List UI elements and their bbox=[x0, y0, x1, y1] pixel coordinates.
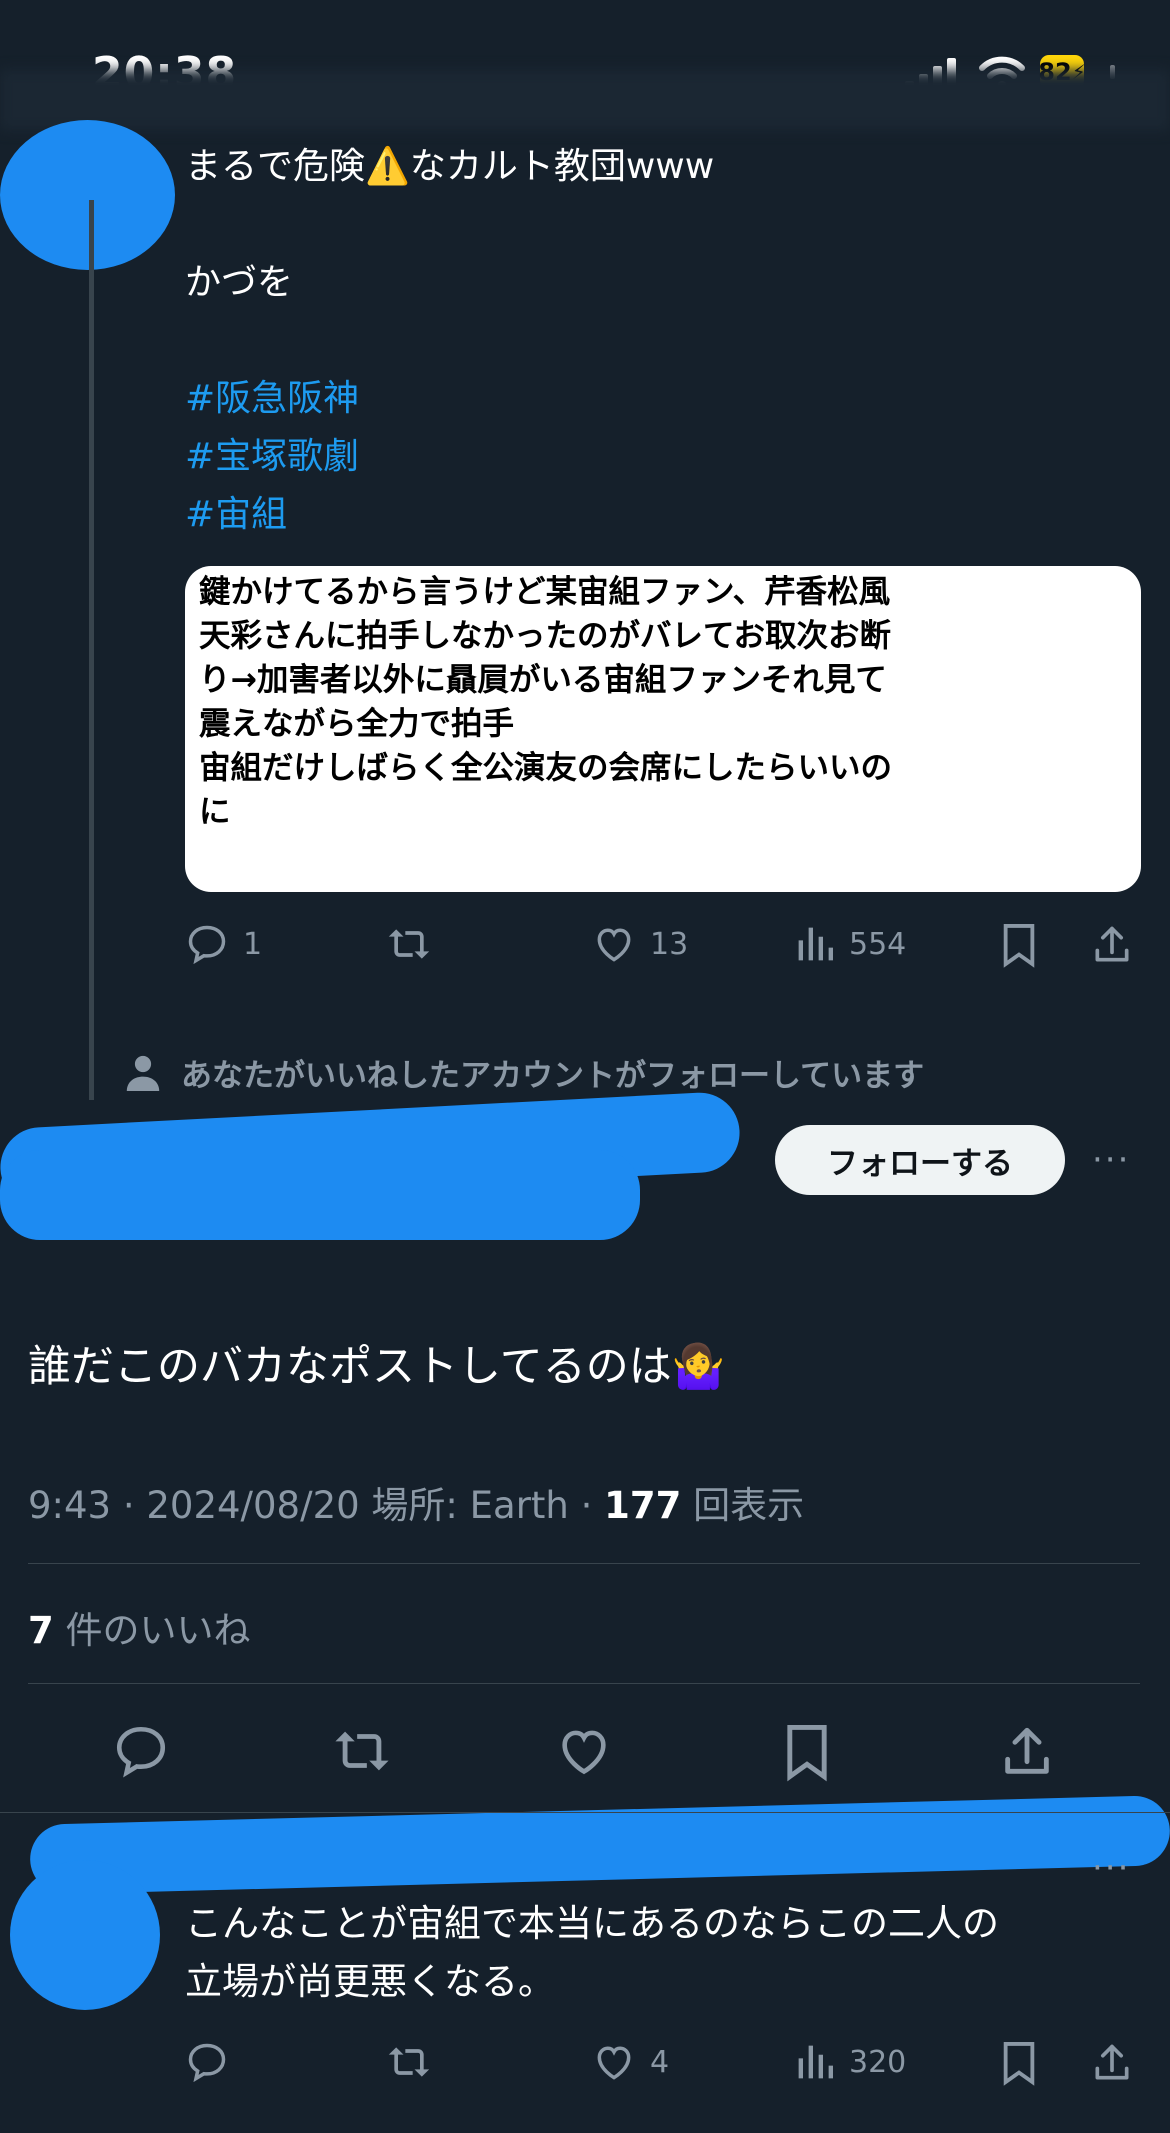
image-text-line: り→加害者以外に贔屓がいる宙組ファンそれ見て bbox=[199, 662, 887, 698]
reply-button[interactable] bbox=[185, 2040, 243, 2084]
repost-icon[interactable] bbox=[330, 1722, 394, 1780]
quoted-text-line1: まるで危険⚠️なカルト教団www bbox=[185, 146, 715, 187]
image-text-line: 天彩さんに拍手しなかったのがバレてお取次お断 bbox=[199, 618, 892, 654]
repost-icon bbox=[388, 929, 430, 959]
reply-icon[interactable] bbox=[112, 1722, 170, 1780]
likes-label: 件のいいね bbox=[65, 1609, 251, 1652]
image-text-line: に bbox=[199, 794, 231, 830]
share-icon[interactable] bbox=[1090, 2040, 1134, 2086]
image-text-line: 鍵かけてるから言うけど某宙組ファン、芹香松風 bbox=[199, 574, 891, 610]
image-text-line: 宙組だけしばらく全公演友の会席にしたらいいの bbox=[199, 750, 893, 786]
views-button[interactable]: 320 bbox=[795, 2040, 906, 2084]
views-icon bbox=[798, 2045, 833, 2079]
follow-button[interactable]: フォローする bbox=[775, 1125, 1065, 1195]
post-text: 誰だこのバカなポストしてるのは🤷‍♀️ bbox=[28, 1342, 726, 1392]
like-count: 4 bbox=[650, 2044, 670, 2080]
post-date[interactable]: 2024/08/20 bbox=[146, 1484, 359, 1527]
social-context: あなたがいいねしたアカウントがフォローしています bbox=[125, 1050, 924, 1095]
repost-button[interactable] bbox=[385, 2040, 447, 2084]
views-icon bbox=[798, 927, 833, 961]
like-icon[interactable] bbox=[555, 1722, 613, 1780]
divider bbox=[0, 1812, 1170, 1813]
more-icon[interactable]: ··· bbox=[1092, 1848, 1130, 1888]
person-icon bbox=[126, 1055, 160, 1091]
thread-line bbox=[89, 200, 94, 1100]
redacted-avatar bbox=[0, 120, 175, 270]
views-count: 320 bbox=[849, 2044, 907, 2080]
redacted-reply-avatar bbox=[10, 1860, 160, 2010]
social-context-text: あなたがいいねしたアカウントがフォローしています bbox=[181, 1058, 925, 1094]
more-icon[interactable]: ··· bbox=[1092, 1140, 1130, 1180]
likes-summary[interactable]: 7 件のいいね bbox=[28, 1600, 251, 1654]
share-icon[interactable] bbox=[998, 1722, 1056, 1782]
blurred-header bbox=[0, 70, 1170, 130]
post-meta: 9:43 · 2024/08/20 場所: Earth · 177 回表示 bbox=[28, 1484, 805, 1527]
reply-text-line: こんなことが宙組で本当にあるのならこの二人の bbox=[185, 1902, 999, 1945]
reply-text-line: 立場が尚更悪くなる。 bbox=[185, 1960, 555, 2003]
like-icon bbox=[597, 2046, 631, 2080]
like-button[interactable]: 13 bbox=[592, 922, 688, 966]
image-text-line: 震えながら全力で拍手 bbox=[199, 706, 515, 742]
repost-button[interactable] bbox=[385, 922, 447, 966]
views-count: 177 bbox=[604, 1484, 682, 1527]
views-label: 回表示 bbox=[693, 1484, 805, 1527]
like-button[interactable]: 4 bbox=[592, 2040, 669, 2084]
like-count: 13 bbox=[650, 926, 689, 962]
like-icon bbox=[597, 928, 631, 962]
hashtag-link[interactable]: #宝塚歌劇 bbox=[185, 428, 359, 486]
reply-button[interactable]: 1 bbox=[185, 922, 262, 966]
post-time[interactable]: 9:43 bbox=[28, 1484, 111, 1527]
divider bbox=[28, 1563, 1140, 1564]
views-button[interactable]: 554 bbox=[795, 922, 906, 966]
divider bbox=[28, 1683, 1140, 1684]
hashtag-link[interactable]: #阪急阪神 bbox=[185, 370, 359, 428]
post-location: 場所: Earth bbox=[371, 1484, 569, 1527]
reply-icon bbox=[188, 2043, 226, 2083]
hashtag-link[interactable]: #宙組 bbox=[185, 486, 287, 544]
reply-count: 1 bbox=[243, 926, 263, 962]
views-count: 554 bbox=[849, 926, 907, 962]
repost-icon bbox=[388, 2047, 430, 2077]
share-icon[interactable] bbox=[1090, 922, 1134, 968]
redacted-reply-header bbox=[29, 1795, 1170, 1895]
reply-text: こんなことが宙組で本当にあるのならこの二人の 立場が尚更悪くなる。 bbox=[185, 1895, 999, 2011]
attached-image[interactable]: 鍵かけてるから言うけど某宙組ファン、芹香松風 天彩さんに拍手しなかったのがバレて… bbox=[185, 566, 1141, 892]
bookmark-icon[interactable] bbox=[998, 922, 1040, 968]
likes-count: 7 bbox=[28, 1609, 54, 1652]
bookmark-icon[interactable] bbox=[998, 2040, 1040, 2086]
bookmark-icon[interactable] bbox=[780, 1722, 834, 1782]
reply-icon bbox=[188, 925, 226, 965]
quoted-text-line2: かづを bbox=[185, 262, 294, 303]
redacted-handle bbox=[0, 1150, 640, 1240]
